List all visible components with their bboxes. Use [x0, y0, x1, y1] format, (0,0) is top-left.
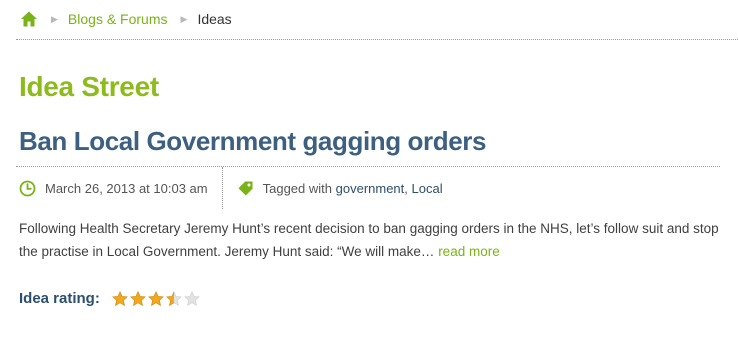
rating-label: Idea rating: — [19, 290, 100, 307]
star-icon[interactable] — [147, 290, 164, 307]
post-tags-group: Tagged with government, Local — [223, 167, 443, 209]
post-excerpt: Following Health Secretary Jeremy Hunt’s… — [19, 217, 719, 263]
breadcrumb: ▶ Blogs & Forums ▶ Ideas — [20, 8, 232, 30]
star-icon[interactable] — [129, 290, 146, 307]
breadcrumb-current-ideas: Ideas — [197, 11, 232, 27]
breadcrumb-link-blogs-forums[interactable]: Blogs & Forums — [68, 11, 168, 27]
tag-link-local[interactable]: Local — [412, 181, 443, 196]
star-icon[interactable] — [111, 290, 128, 307]
post-date: March 26, 2013 at 10:03 am — [45, 180, 208, 196]
post-meta: March 26, 2013 at 10:03 am Tagged with g… — [19, 167, 443, 209]
breadcrumb-separator-icon: ▶ — [180, 13, 188, 24]
idea-rating: Idea rating: — [19, 290, 202, 307]
tag-separator: , — [404, 180, 408, 196]
home-icon[interactable] — [20, 10, 38, 28]
star-icon[interactable] — [165, 290, 182, 307]
post-excerpt-text: Following Health Secretary Jeremy Hunt’s… — [19, 221, 719, 259]
post-title[interactable]: Ban Local Government gagging orders — [19, 126, 486, 157]
read-more-link[interactable]: read more — [438, 244, 500, 259]
divider — [16, 39, 738, 40]
star-rating[interactable] — [111, 290, 202, 307]
breadcrumb-separator-icon: ▶ — [51, 13, 58, 24]
clock-icon — [19, 180, 36, 197]
star-icon[interactable] — [183, 290, 200, 307]
section-title[interactable]: Idea Street — [19, 71, 159, 103]
tagged-with-label: Tagged with — [262, 180, 332, 196]
post-date-group: March 26, 2013 at 10:03 am — [19, 167, 222, 209]
tag-icon — [237, 180, 254, 197]
tag-link-government[interactable]: government — [336, 181, 405, 196]
